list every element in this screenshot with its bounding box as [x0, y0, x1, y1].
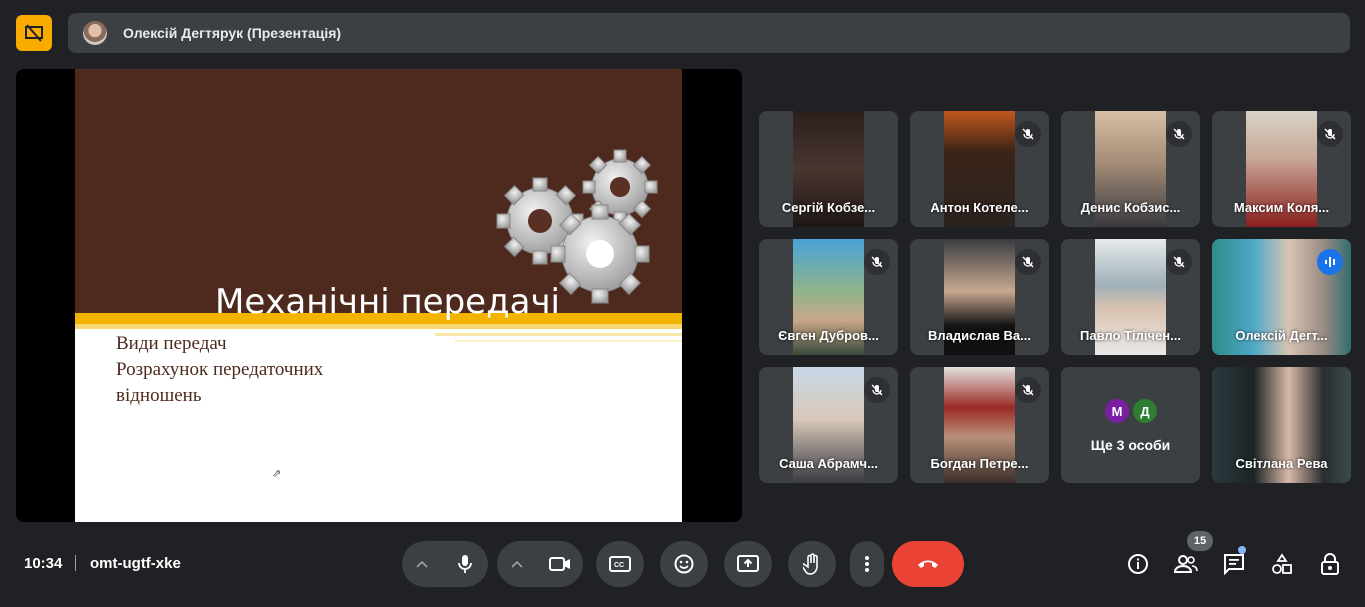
mic-off-icon	[1015, 249, 1041, 275]
participant-name: Богдан Петре...	[930, 456, 1029, 471]
slide: Механічні передачі Види передач Розрахун…	[75, 69, 682, 522]
participant-name: Павло Тілічен...	[1080, 328, 1181, 343]
slide-bullet: відношень	[116, 385, 202, 406]
participant-name: Антон Котеле...	[930, 200, 1029, 215]
camera-button[interactable]	[537, 556, 583, 572]
more-participants-label: Ще 3 особи	[1090, 437, 1171, 453]
participant-name: Світлана Рева	[1235, 456, 1328, 471]
participant-name: Саша Абрамч...	[779, 456, 878, 471]
participant-tile[interactable]: Павло Тілічен...	[1061, 239, 1200, 355]
chevron-up-icon[interactable]	[402, 560, 442, 568]
participant-tile[interactable]: Денис Кобзис...	[1061, 111, 1200, 227]
avatar: Д	[1133, 399, 1157, 423]
mic-off-icon	[1015, 377, 1041, 403]
participant-tile[interactable]: Антон Котеле...	[910, 111, 1049, 227]
mic-off-icon	[1166, 249, 1192, 275]
microphone-button[interactable]	[442, 554, 488, 574]
more-participants-tile[interactable]: М Д Ще 3 особи	[1061, 367, 1200, 483]
meeting-code: omt-ugtf-xke	[90, 555, 181, 572]
present-screen-button[interactable]	[724, 541, 772, 587]
presenter-bar: Олексій Дегтярук (Презентація)	[68, 13, 1350, 53]
raise-hand-button[interactable]	[788, 541, 836, 587]
mic-off-icon	[1015, 121, 1041, 147]
participant-tile[interactable]: Світлана Рева	[1212, 367, 1351, 483]
slide-bullet: Види передач	[116, 333, 227, 354]
participant-name: Владислав Ва...	[928, 328, 1031, 343]
host-controls-icon[interactable]	[1318, 552, 1342, 576]
speaking-indicator-icon	[1317, 249, 1343, 275]
more-options-button[interactable]	[850, 541, 884, 587]
slide-bullet: Розрахунок передаточних	[116, 359, 324, 380]
camera-control-group	[497, 541, 583, 587]
chat-icon[interactable]	[1222, 552, 1246, 576]
participant-tile[interactable]: Богдан Петре...	[910, 367, 1049, 483]
participant-name: Сергій Кобзе...	[781, 200, 876, 215]
mouse-cursor-icon: ⇗	[272, 468, 282, 480]
people-icon[interactable]	[1174, 552, 1198, 576]
participant-name: Євген Дубров...	[778, 328, 879, 343]
presentation-stage: Механічні передачі Види передач Розрахун…	[16, 69, 742, 522]
participant-tile[interactable]: Євген Дубров...	[759, 239, 898, 355]
presenter-title: Олексій Дегтярук (Презентація)	[123, 25, 342, 41]
participant-tile-active-speaker[interactable]: Олексій Дегт...	[1212, 239, 1351, 355]
slide-title: Механічні передачі	[215, 282, 560, 322]
chevron-up-icon[interactable]	[497, 560, 537, 568]
avatar	[83, 21, 107, 45]
participant-tile[interactable]: Саша Абрамч...	[759, 367, 898, 483]
mic-off-icon	[864, 377, 890, 403]
mic-off-icon	[864, 249, 890, 275]
avatar: М	[1105, 399, 1129, 423]
end-call-button[interactable]	[892, 541, 964, 587]
mic-off-icon	[1317, 121, 1343, 147]
emoji-reaction-button[interactable]	[660, 541, 708, 587]
presentation-icon[interactable]	[16, 15, 52, 51]
clock: 10:34	[24, 555, 63, 572]
participant-name: Олексій Дегт...	[1235, 328, 1328, 343]
svg-text:CC: CC	[614, 562, 624, 569]
people-count-badge: 15	[1187, 531, 1213, 551]
participant-name: Максим Коля...	[1233, 200, 1330, 215]
participant-tile[interactable]: Владислав Ва...	[910, 239, 1049, 355]
participant-name: Денис Кобзис...	[1080, 200, 1181, 215]
meeting-details-icon[interactable]	[1126, 552, 1150, 576]
mic-off-icon	[1166, 121, 1192, 147]
mic-control-group	[402, 541, 488, 587]
captions-button[interactable]: CC	[596, 541, 644, 587]
activities-icon[interactable]	[1270, 552, 1294, 576]
slide-bullets: Види передач Розрахунок передаточних від…	[116, 331, 323, 409]
participant-tile[interactable]: Максим Коля...	[1212, 111, 1351, 227]
participant-tile[interactable]: Сергій Кобзе...	[759, 111, 898, 227]
